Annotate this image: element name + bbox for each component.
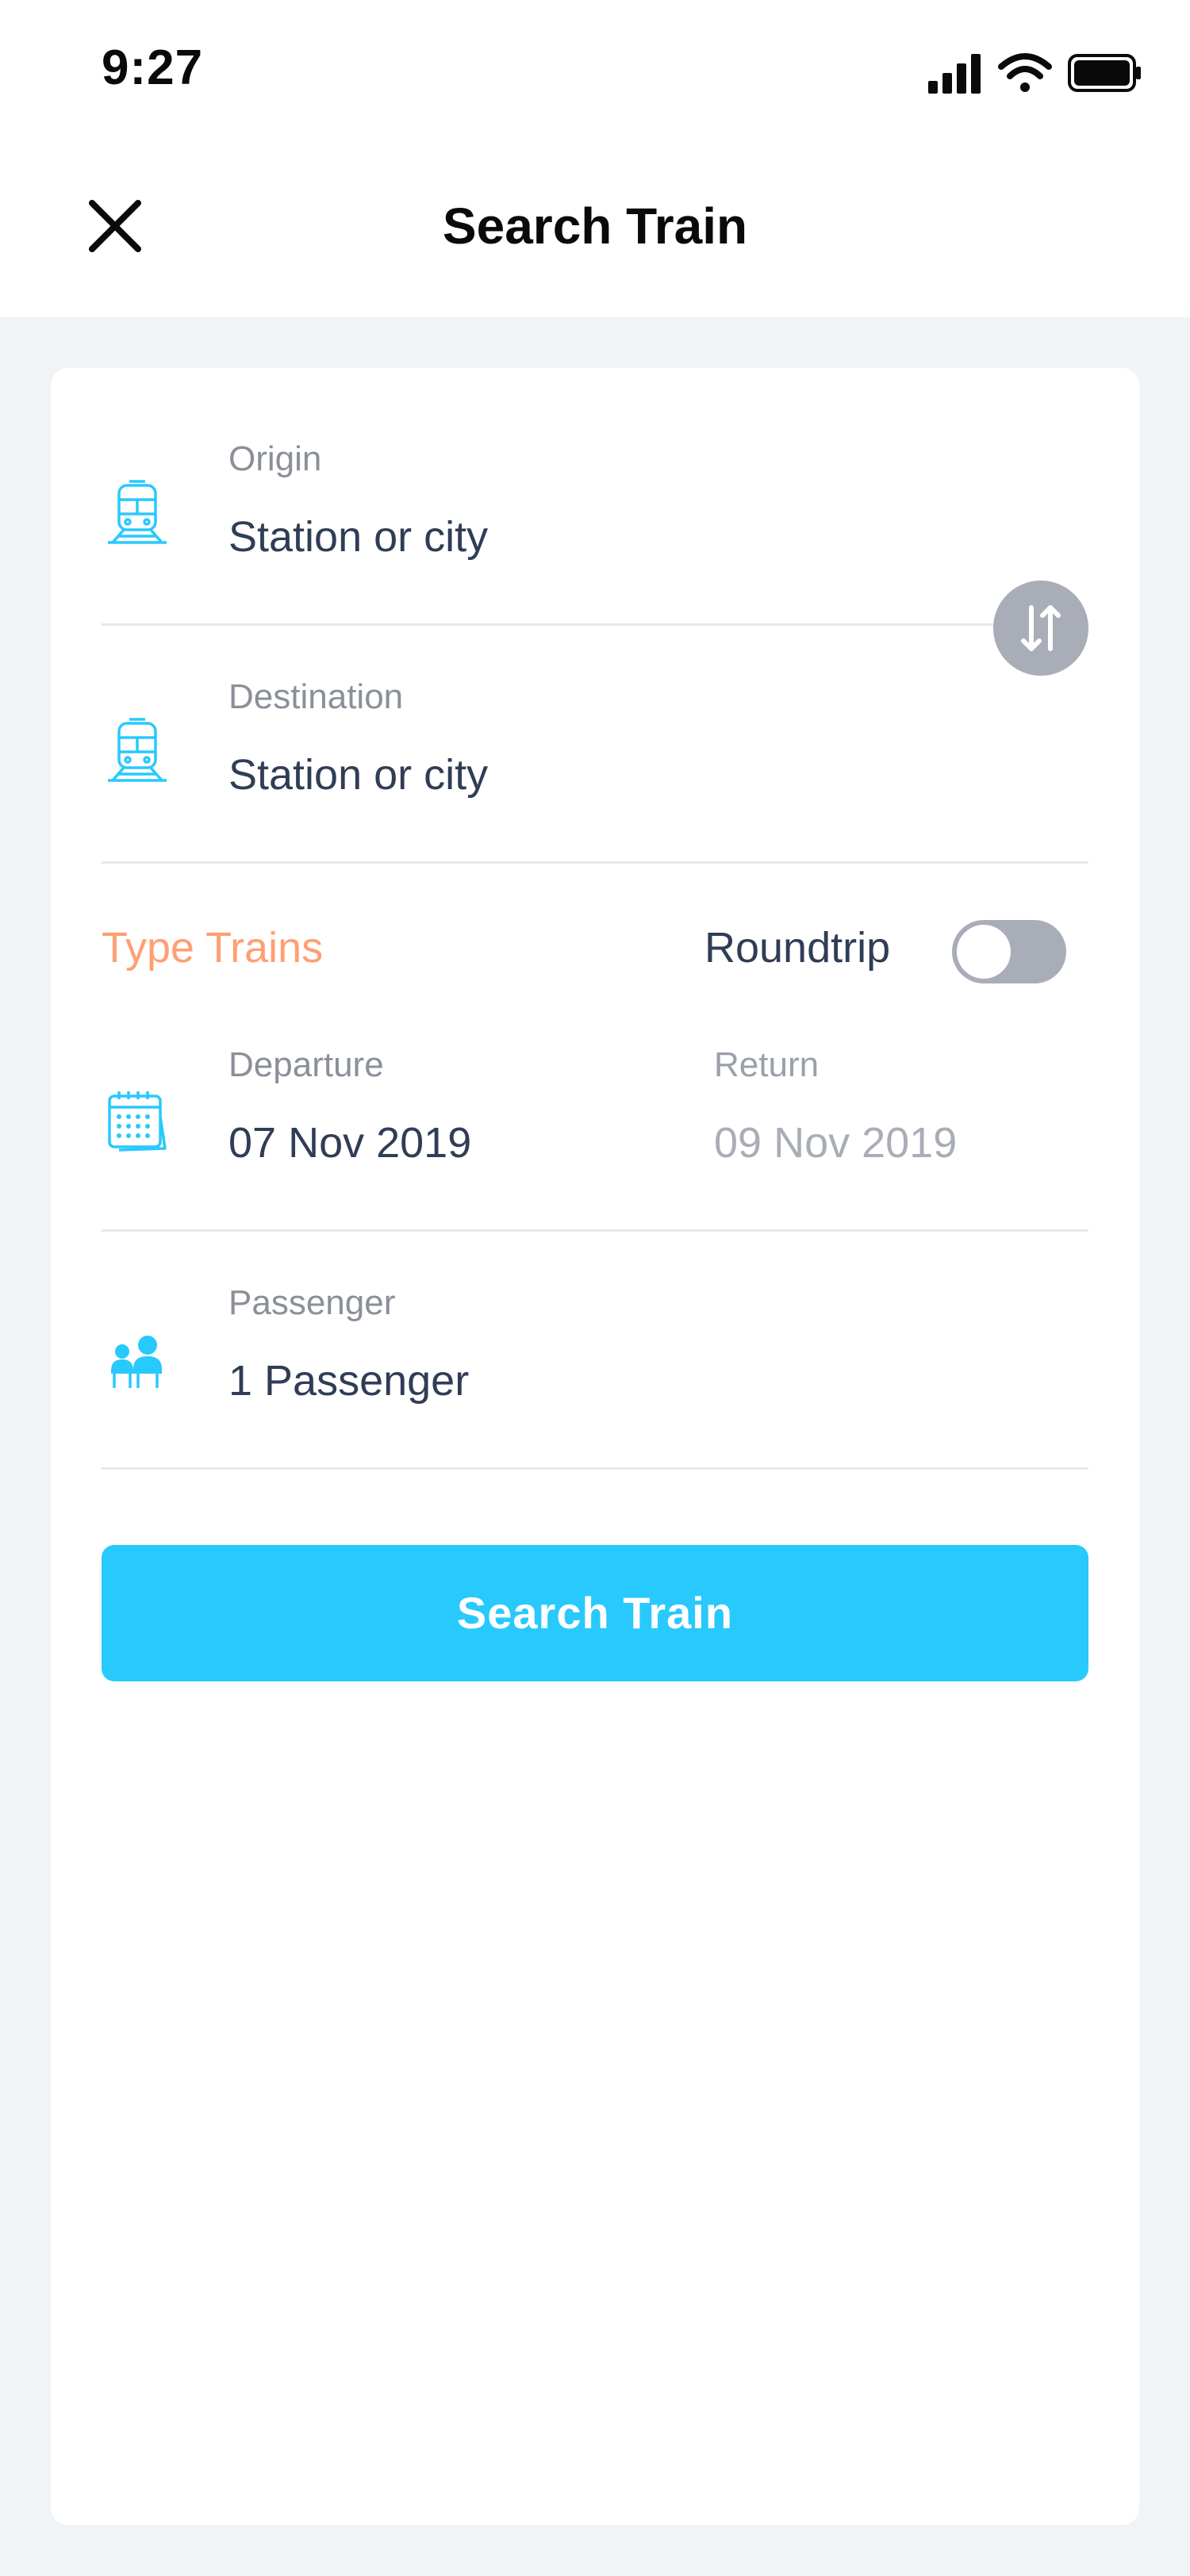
destination-input[interactable]: Station or city <box>228 750 488 799</box>
origin-field[interactable]: Origin Station or city <box>51 439 1139 598</box>
status-icons <box>928 53 1141 94</box>
toggle-knob <box>957 925 1011 979</box>
swap-vertical-icon <box>1021 605 1061 651</box>
type-trains-label[interactable]: Type Trains <box>102 923 323 972</box>
calendar-icon <box>108 1091 167 1152</box>
passenger-count[interactable]: 1 Passenger <box>228 1356 469 1405</box>
divider <box>102 1467 1088 1470</box>
return-date[interactable]: 09 Nov 2019 <box>714 1118 957 1167</box>
top-bar: 9:27 Search Train <box>0 0 1190 317</box>
return-label: Return <box>714 1045 820 1084</box>
destination-label: Destination <box>228 677 404 716</box>
origin-input[interactable]: Station or city <box>228 512 488 562</box>
roundtrip-toggle[interactable] <box>952 920 1066 983</box>
divider <box>102 623 1004 626</box>
divider <box>102 1229 1088 1232</box>
search-train-button[interactable]: Search Train <box>102 1545 1088 1681</box>
destination-field[interactable]: Destination Station or city <box>51 677 1139 836</box>
passenger-label: Passenger <box>228 1283 396 1322</box>
swap-button[interactable] <box>993 581 1088 676</box>
search-form-card: Origin Station or city Destination Stati… <box>51 368 1139 2525</box>
train-icon <box>108 718 167 782</box>
page-title: Search Train <box>442 197 748 255</box>
cellular-signal-icon <box>928 54 981 94</box>
divider <box>102 861 1088 864</box>
status-time: 9:27 <box>102 40 204 95</box>
origin-label: Origin <box>228 439 322 478</box>
departure-date[interactable]: 07 Nov 2019 <box>228 1118 471 1167</box>
battery-icon <box>1068 54 1141 92</box>
passengers-icon <box>111 1336 162 1388</box>
departure-label: Departure <box>228 1045 384 1084</box>
departure-field[interactable]: Departure 07 Nov 2019 Return 09 Nov 2019 <box>51 1045 1139 1204</box>
train-icon <box>108 480 167 544</box>
roundtrip-label: Roundtrip <box>704 924 891 972</box>
passenger-field[interactable]: Passenger 1 Passenger <box>51 1283 1139 1442</box>
wifi-icon <box>998 53 1052 92</box>
